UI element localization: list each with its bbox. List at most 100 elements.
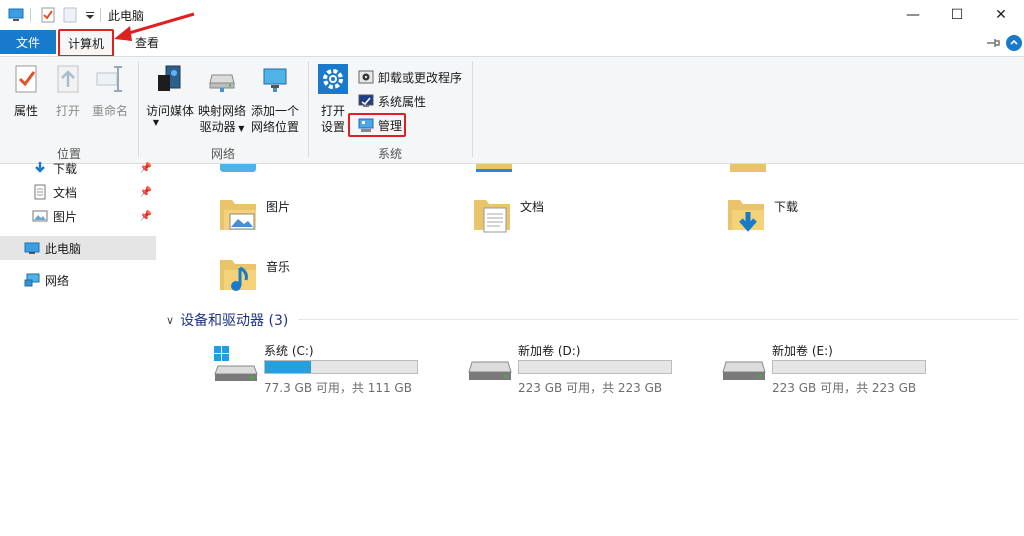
add-location-label-2: 网络位置 xyxy=(250,120,299,134)
system-properties-label: 系统属性 xyxy=(378,94,427,109)
scrolled-folder-icon xyxy=(730,164,766,172)
pin-icon: 📌 xyxy=(139,186,152,198)
drive-free-space: 223 GB 可用，共 223 GB xyxy=(518,381,663,395)
group-separator xyxy=(472,61,473,157)
sidebar-item-label: 此电脑 xyxy=(45,241,82,256)
open-button[interactable]: 打开 xyxy=(48,63,88,119)
map-drive-label-1: 映射网络 xyxy=(197,104,246,118)
download-arrow-icon xyxy=(35,162,45,173)
drive-label: 系统 (C:) xyxy=(264,344,314,358)
add-location-label-1: 添加一个 xyxy=(250,104,299,118)
drive-free-space: 223 GB 可用，共 223 GB xyxy=(772,381,917,395)
hard-drive-icon xyxy=(468,361,512,380)
open-settings-button[interactable]: 打开 设置 xyxy=(314,63,352,135)
properties-button[interactable]: 属性 xyxy=(6,63,46,119)
folder-label: 文档 xyxy=(520,200,545,214)
ribbon-computer: 属性 打开 重命名 位置 访问媒体 ▼ 映射网络 驱动器 ▼ 添加一个 网络位置… xyxy=(0,56,1024,164)
drive-label: 新加卷 (D:) xyxy=(518,344,581,358)
rename-label: 重命名 xyxy=(91,104,128,118)
pin-ribbon-icon[interactable] xyxy=(985,36,1001,50)
hard-drive-icon xyxy=(722,361,766,380)
sidebar-item-label: 下载 xyxy=(53,161,78,176)
properties-icon xyxy=(15,65,37,93)
folder-pictures[interactable]: 图片 xyxy=(218,194,418,250)
highlight-box-computer-tab xyxy=(58,29,114,57)
folder-downloads[interactable]: 下载 xyxy=(726,194,926,250)
uninstall-label: 卸载或更改程序 xyxy=(378,70,463,85)
maximize-button[interactable]: ☐ xyxy=(934,0,980,30)
sidebar-item-label: 文档 xyxy=(53,185,78,200)
minimize-button[interactable]: — xyxy=(890,0,936,30)
properties-quick-icon[interactable] xyxy=(40,7,56,23)
drive-usage-bar xyxy=(264,360,418,374)
uninstall-icon xyxy=(358,70,374,84)
navigation-pane: 下载 📌 文档 📌 图片 📌 此电脑 网络 xyxy=(0,162,158,536)
rename-button[interactable]: 重命名 xyxy=(90,63,130,119)
documents-folder-icon xyxy=(474,200,510,233)
folder-label: 下载 xyxy=(774,200,799,214)
sidebar-item-label: 网络 xyxy=(45,273,70,288)
this-pc-icon xyxy=(8,8,24,21)
group-separator xyxy=(308,61,309,157)
pictures-folder-icon xyxy=(220,200,256,230)
sidebar-item-downloads[interactable]: 下载 📌 xyxy=(32,157,158,179)
system-drive-icon xyxy=(214,346,258,381)
separator xyxy=(30,8,31,22)
folder-documents[interactable]: 文档 xyxy=(472,194,672,250)
group-label-network: 网络 xyxy=(210,147,235,161)
help-icon[interactable] xyxy=(1005,34,1023,52)
sidebar-item-label: 图片 xyxy=(53,209,78,224)
scrolled-folder-icon xyxy=(220,164,256,172)
picture-icon xyxy=(32,210,48,222)
map-network-drive-button[interactable]: 映射网络 驱动器 ▼ xyxy=(196,63,248,137)
close-button[interactable]: ✕ xyxy=(978,0,1024,30)
access-media-label: 访问媒体 xyxy=(145,104,194,118)
dropdown-arrow-icon: ▼ xyxy=(152,118,160,127)
folder-label: 图片 xyxy=(266,200,291,214)
annotation-arrow-computer xyxy=(114,12,195,41)
open-settings-label-1: 打开 xyxy=(320,104,345,118)
section-header-devices[interactable]: ∨ 设备和驱动器 (3) xyxy=(166,310,288,330)
folder-music[interactable]: 音乐 xyxy=(218,254,418,310)
downloads-folder-icon xyxy=(728,200,764,232)
open-icon xyxy=(57,65,79,93)
sidebar-item-this-pc[interactable]: 此电脑 xyxy=(24,237,154,259)
drive-usage-fill xyxy=(265,361,311,373)
properties-label: 属性 xyxy=(13,104,38,118)
file-view: 图片 文档 下载 音乐 ∨ 设备和驱动器 (3) 系统 (C:) 77.3 GB… xyxy=(158,164,1024,536)
settings-gear-icon xyxy=(318,64,348,94)
this-pc-icon xyxy=(24,242,40,254)
section-divider xyxy=(298,319,1018,320)
sidebar-item-pictures[interactable]: 图片 📌 xyxy=(32,205,158,227)
highlight-box-manage xyxy=(348,113,406,137)
separator xyxy=(100,8,101,22)
drive-label: 新加卷 (E:) xyxy=(772,344,833,358)
drive-usage-bar xyxy=(518,360,672,374)
chevron-down-icon: ∨ xyxy=(166,313,175,327)
drive-e[interactable]: 新加卷 (E:) 223 GB 可用，共 223 GB xyxy=(722,342,962,398)
drive-free-space: 77.3 GB 可用，共 111 GB xyxy=(264,381,412,395)
uninstall-program-button[interactable]: 卸载或更改程序 xyxy=(358,67,462,87)
map-drive-label-2: 驱动器 xyxy=(199,120,236,134)
access-media-button[interactable]: 访问媒体 ▼ xyxy=(142,63,198,127)
pin-icon: 📌 xyxy=(139,210,152,222)
quick-access-dropdown-icon[interactable] xyxy=(82,7,98,23)
network-drive-icon xyxy=(209,74,235,92)
network-location-icon xyxy=(263,68,287,92)
sidebar-item-documents[interactable]: 文档 📌 xyxy=(32,181,158,203)
drive-d[interactable]: 新加卷 (D:) 223 GB 可用，共 223 GB xyxy=(468,342,708,398)
open-settings-label-2: 设置 xyxy=(320,120,345,134)
system-properties-button[interactable]: 系统属性 xyxy=(358,91,426,111)
add-network-location-button[interactable]: 添加一个 网络位置 xyxy=(249,63,301,135)
dropdown-arrow-icon: ▼ xyxy=(235,124,245,133)
group-label-system: 系统 xyxy=(377,147,402,161)
section-title: 设备和驱动器 (3) xyxy=(180,313,289,329)
document-icon xyxy=(34,184,46,200)
music-folder-icon xyxy=(220,260,256,291)
tab-file[interactable]: 文件 xyxy=(0,30,56,54)
drive-usage-bar xyxy=(772,360,926,374)
scrolled-folder-icon xyxy=(476,164,512,172)
sidebar-item-network[interactable]: 网络 xyxy=(24,269,154,291)
new-folder-quick-icon[interactable] xyxy=(62,7,78,23)
drive-c[interactable]: 系统 (C:) 77.3 GB 可用，共 111 GB xyxy=(214,342,454,398)
